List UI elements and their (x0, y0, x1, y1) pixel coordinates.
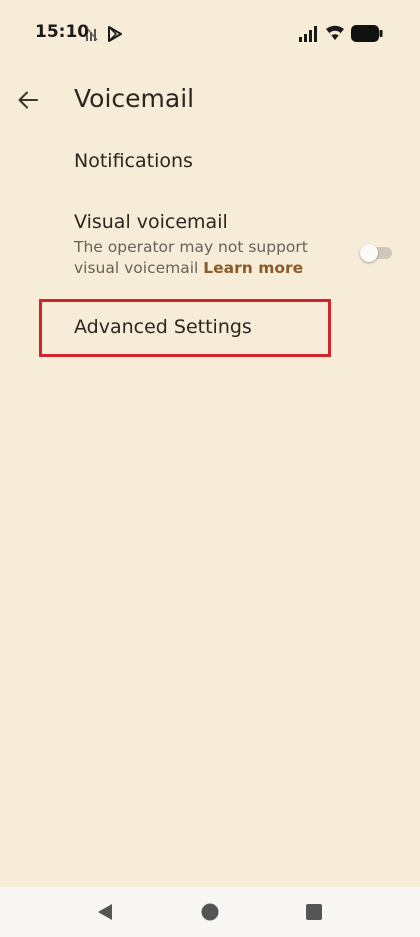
visual-voicemail-label: Visual voicemail (74, 211, 228, 233)
recents-square-icon[interactable] (306, 904, 322, 920)
setting-visual-voicemail[interactable]: Visual voicemail The operator may not su… (0, 197, 420, 291)
arrow-back-icon (18, 91, 38, 109)
status-bar: 15:10 (0, 0, 420, 66)
page-title: Voicemail (74, 84, 195, 113)
wifi-icon (326, 25, 344, 40)
navigation-bar (0, 887, 420, 937)
toggle-thumb (360, 244, 378, 262)
play-store-icon (108, 26, 122, 42)
data-saver-icon (86, 27, 98, 41)
visual-voicemail-summary: The operator may not support visual voic… (74, 237, 344, 279)
home-circle-icon[interactable] (201, 903, 219, 921)
learn-more-link[interactable]: Learn more (203, 259, 303, 277)
setting-advanced[interactable]: Advanced Settings (0, 300, 420, 356)
setting-notifications[interactable]: Notifications (0, 135, 420, 189)
notifications-label: Notifications (74, 150, 193, 172)
advanced-settings-label: Advanced Settings (74, 316, 252, 338)
app-bar: Voicemail (0, 70, 420, 130)
back-triangle-icon[interactable] (96, 903, 114, 921)
battery-icon (351, 25, 383, 42)
visual-voicemail-toggle[interactable] (360, 244, 392, 262)
back-button[interactable] (10, 82, 46, 118)
status-time: 15:10 (35, 22, 90, 42)
signal-icon (299, 26, 317, 42)
